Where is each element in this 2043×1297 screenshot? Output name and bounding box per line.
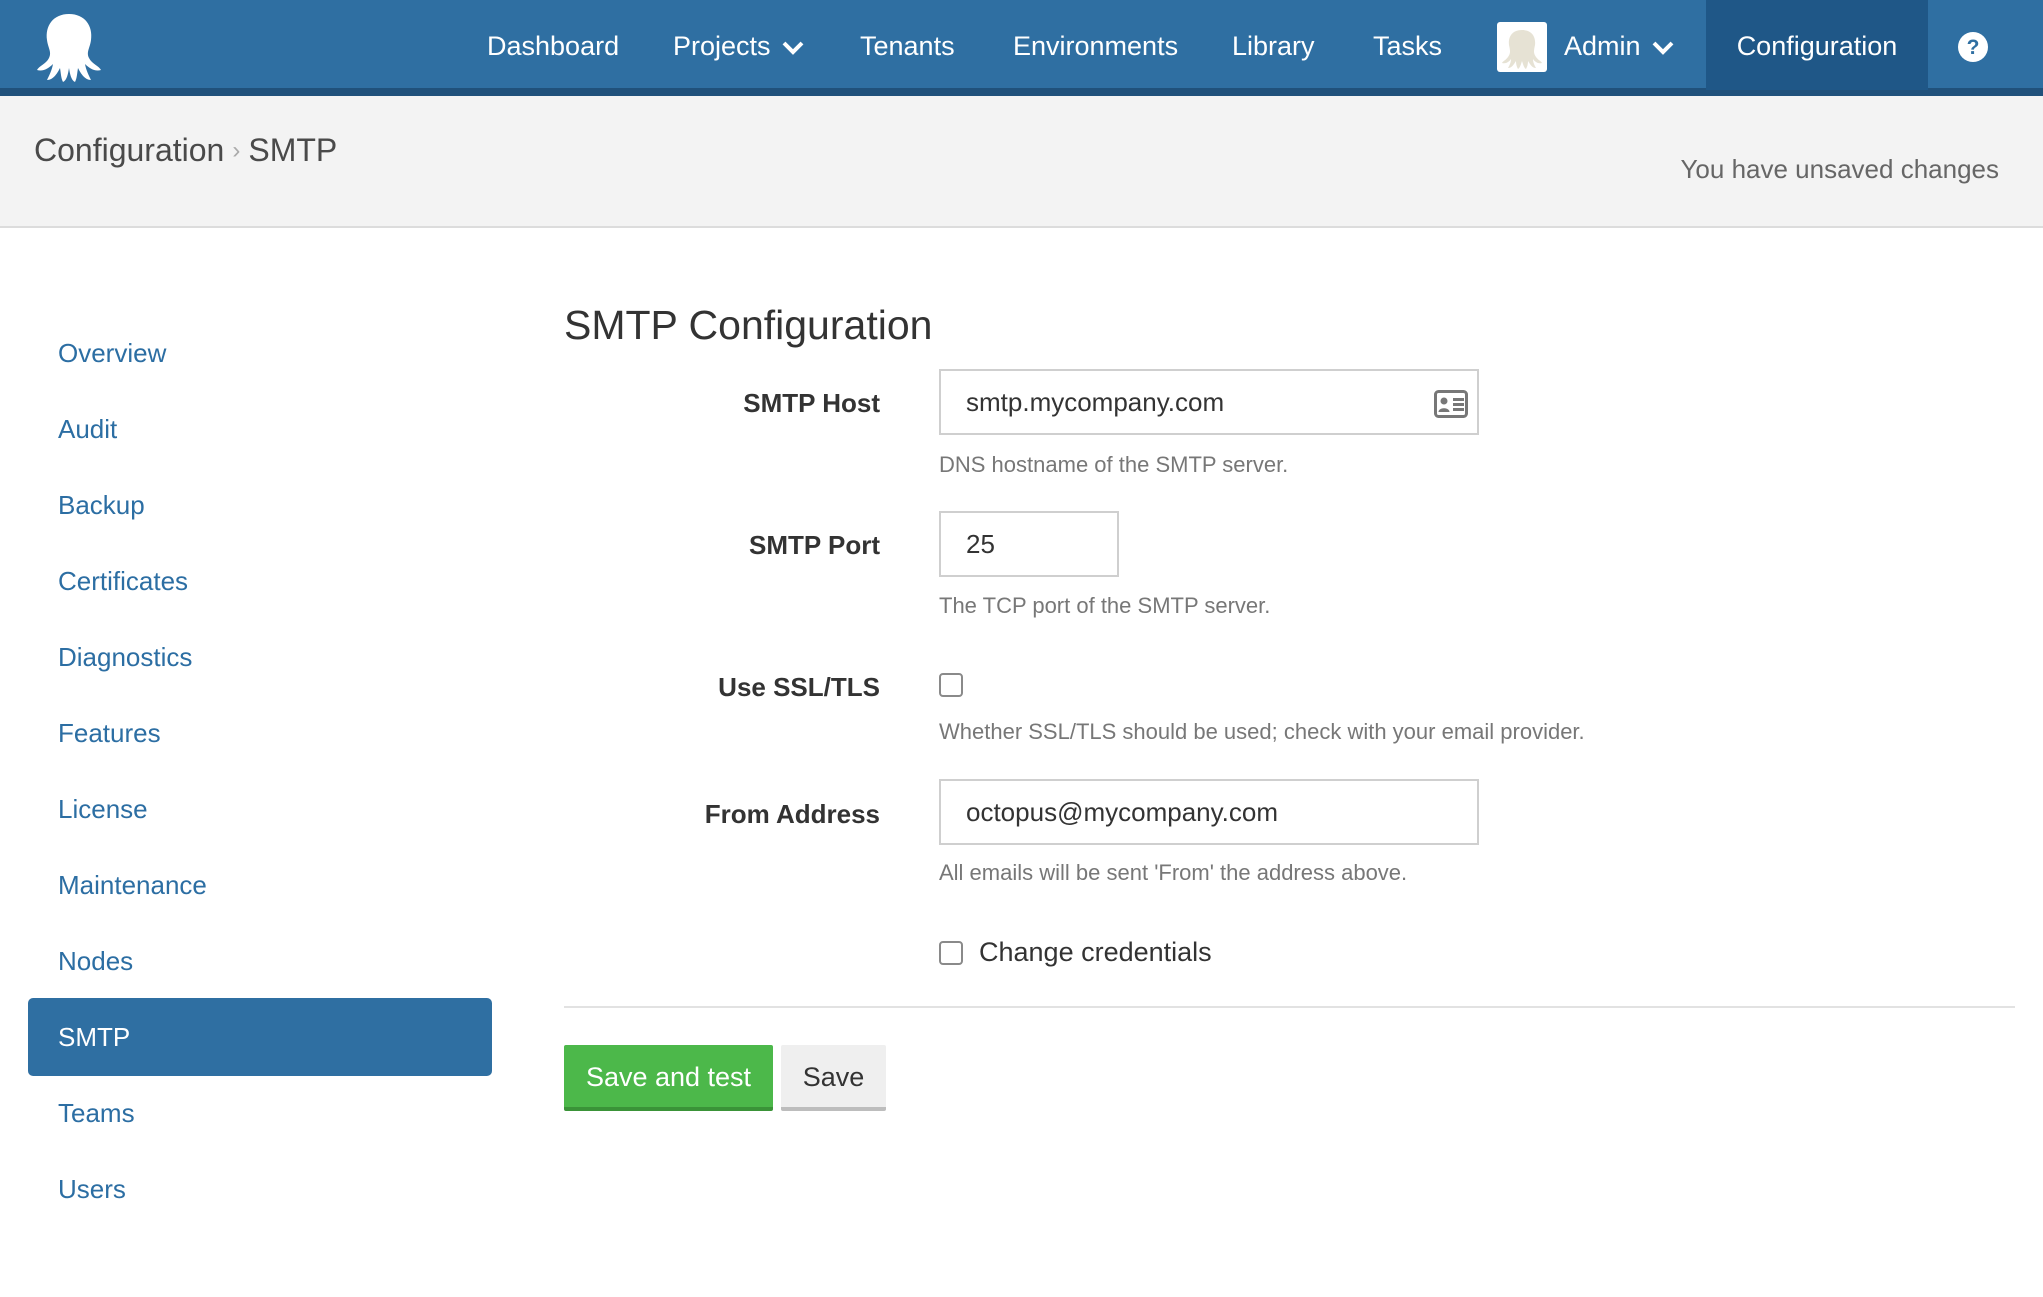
sidebar-item-features[interactable]: Features [28,694,492,772]
sidebar-item-audit[interactable]: Audit [28,390,492,468]
breadcrumb-current: SMTP [248,132,338,168]
nav-environments[interactable]: Environments [1013,0,1178,90]
avatar[interactable] [1497,22,1547,72]
smtp-host-label: SMTP Host [743,388,880,418]
nav-projects-label: Projects [673,31,771,61]
breadcrumb-parent[interactable]: Configuration [34,132,224,168]
nav-admin-menu[interactable]: Admin [1564,0,1675,90]
svg-text:?: ? [1967,36,1980,59]
chevron-down-icon [1652,41,1673,55]
page-title: SMTP Configuration [564,302,933,348]
user-avatar-icon [1502,30,1542,69]
octopus-logo-icon[interactable] [33,10,105,82]
unsaved-changes-status: You have unsaved changes [1680,154,1999,184]
question-circle-icon[interactable]: ? [1957,31,1989,63]
form-divider [564,1006,2015,1008]
from-address-label: From Address [704,799,880,829]
sidebar-item-overview[interactable]: Overview [28,314,492,392]
sidebar-item-smtp[interactable]: SMTP [28,998,492,1076]
breadcrumb: Configuration › SMTP [34,132,337,169]
smtp-port-input[interactable] [939,511,1119,577]
address-card-icon[interactable] [1434,390,1468,418]
nav-configuration[interactable]: Configuration [1706,0,1928,90]
use-ssl-label: Use SSL/TLS [718,672,880,702]
sidebar-item-maintenance[interactable]: Maintenance [28,846,492,924]
change-credentials-label[interactable]: Change credentials [979,937,1212,968]
smtp-port-help: The TCP port of the SMTP server. [939,593,1271,618]
smtp-host-help: DNS hostname of the SMTP server. [939,452,1289,477]
sidebar-item-license[interactable]: License [28,770,492,848]
smtp-host-input[interactable] [939,369,1479,435]
smtp-port-label: SMTP Port [749,530,880,560]
chevron-down-icon [782,41,803,55]
sidebar-item-certificates[interactable]: Certificates [28,542,492,620]
save-button[interactable]: Save [781,1045,886,1111]
sidebar-item-diagnostics[interactable]: Diagnostics [28,618,492,696]
breadcrumb-separator: › [232,137,241,164]
from-address-help: All emails will be sent 'From' the addre… [939,860,1408,885]
change-credentials-checkbox[interactable] [939,941,963,965]
nav-library[interactable]: Library [1232,0,1315,90]
save-and-test-button[interactable]: Save and test [564,1045,773,1111]
nav-admin-label: Admin [1564,31,1641,61]
nav-dashboard[interactable]: Dashboard [487,0,619,90]
use-ssl-help: Whether SSL/TLS should be used; check wi… [939,719,1585,744]
nav-tasks[interactable]: Tasks [1373,0,1442,90]
sidebar-item-backup[interactable]: Backup [28,466,492,544]
sidebar-item-users[interactable]: Users [28,1150,492,1228]
from-address-input[interactable] [939,779,1479,845]
sidebar-item-teams[interactable]: Teams [28,1074,492,1152]
sidebar-item-nodes[interactable]: Nodes [28,922,492,1000]
nav-tenants[interactable]: Tenants [860,0,955,90]
use-ssl-checkbox[interactable] [939,673,963,697]
nav-projects[interactable]: Projects [673,0,805,90]
